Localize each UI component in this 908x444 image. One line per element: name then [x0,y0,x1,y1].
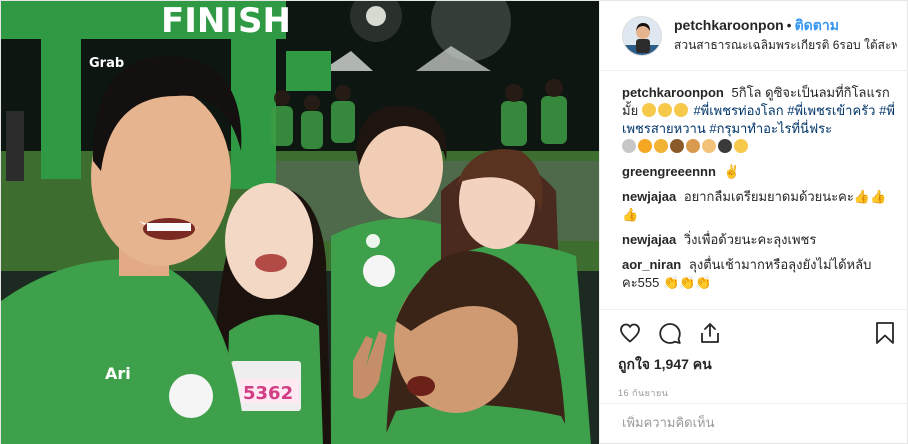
comments-list[interactable]: petchkaroonpon 5กิโล ดูซิจะเป็นลมที่กิโล… [600,72,908,306]
instagram-post: FINISH Grab 5362 Ari petchkaroonpon • ติ… [0,0,908,444]
post-date[interactable]: 16 กันยายน [618,386,896,400]
comment-item: greengreeennn ✌ [622,163,896,181]
hashtag-link[interactable]: #กรุมาทำอะไรที่นี่ฟระ [709,121,832,136]
yum-emoji-icon [638,139,652,153]
cookie-emoji-icon [686,139,700,153]
comment-input[interactable] [622,415,894,430]
comment-item: aor_niran ลุงตื่นเช้ามากหรือลุงยังไม่ได้… [622,256,896,292]
header-separator: • [786,17,792,33]
action-icons [618,316,896,350]
comment-username[interactable]: newjajaa [622,189,676,204]
post-photo[interactable]: FINISH Grab 5362 Ari [1,1,599,444]
comment-button[interactable] [658,316,698,350]
shirt-logo-text: Ari [105,364,131,383]
follow-button[interactable]: ติดตาม [795,17,839,33]
party-emoji-icon [718,139,732,153]
like-count[interactable]: ถูกใจ 1,947 คน [618,354,896,376]
avatar[interactable] [622,15,662,56]
comment-username[interactable]: greengreeennn [622,164,716,179]
rofl-emoji-icon [657,103,672,117]
smile-emoji-icon [734,139,748,153]
comment-text: ✌ [723,164,740,179]
finish-banner-text: FINISH [161,1,291,41]
add-comment-bar [600,403,908,444]
save-button[interactable] [868,316,896,350]
hashtag-link[interactable]: #พี่เพชรเข้าครัว [787,103,875,118]
comment-username[interactable]: newjajaa [622,232,676,247]
location-link[interactable]: สวนสาธารณะเฉลิมพระเกียรติ 6รอบ ใต้สะพาน.… [674,36,897,55]
like-button[interactable] [618,316,658,350]
heart-icon [620,323,640,343]
race-bib-number: 5362 [243,383,293,404]
caption-username[interactable]: petchkaroonpon [622,85,724,100]
header-text: petchkaroonpon • ติดตาม สวนสาธารณะเฉลิมพระ… [674,16,897,55]
thumbs-up-emoji-icon [702,139,716,153]
comment-username[interactable]: aor_niran [622,257,681,272]
caption: petchkaroonpon 5กิโล ดูซิจะเป็นลมที่กิโล… [622,84,896,156]
post-photo-illustration: FINISH Grab 5362 Ari [1,1,599,444]
chef-emoji-icon [622,139,636,153]
avatar-image [623,16,661,55]
header-username[interactable]: petchkaroonpon [674,17,784,33]
bookmark-icon [876,322,894,344]
hashtag-link[interactable]: #พี่เพชรท่องโลก [693,103,783,118]
comment-icon [659,323,681,344]
sponsor-text: Grab [89,56,124,71]
post-side-panel: petchkaroonpon • ติดตาม สวนสาธารณะเฉลิมพระ… [599,1,908,444]
heart-eyes-emoji-icon [654,139,668,153]
post-header: petchkaroonpon • ติดตาม สวนสาธารณะเฉลิมพระ… [600,1,908,71]
laughing-emoji-icon [641,103,656,117]
comment-item: newjajaa วิ่งเพื่อด้วยนะคะลุงเพชร [622,231,896,249]
share-button[interactable] [698,316,738,350]
post-actions: ถูกใจ 1,947 คน 16 กันยายน [600,309,908,400]
comment-item: newjajaa อยากลืมเตรียมยาดมด้วยนะคะ👍👍👍 [622,188,896,224]
comment-text: วิ่งเพื่อด้วยนะคะลุงเพชร [683,232,817,247]
grin-emoji-icon [673,103,688,117]
cake-emoji-icon [670,139,684,153]
share-icon [701,323,719,343]
